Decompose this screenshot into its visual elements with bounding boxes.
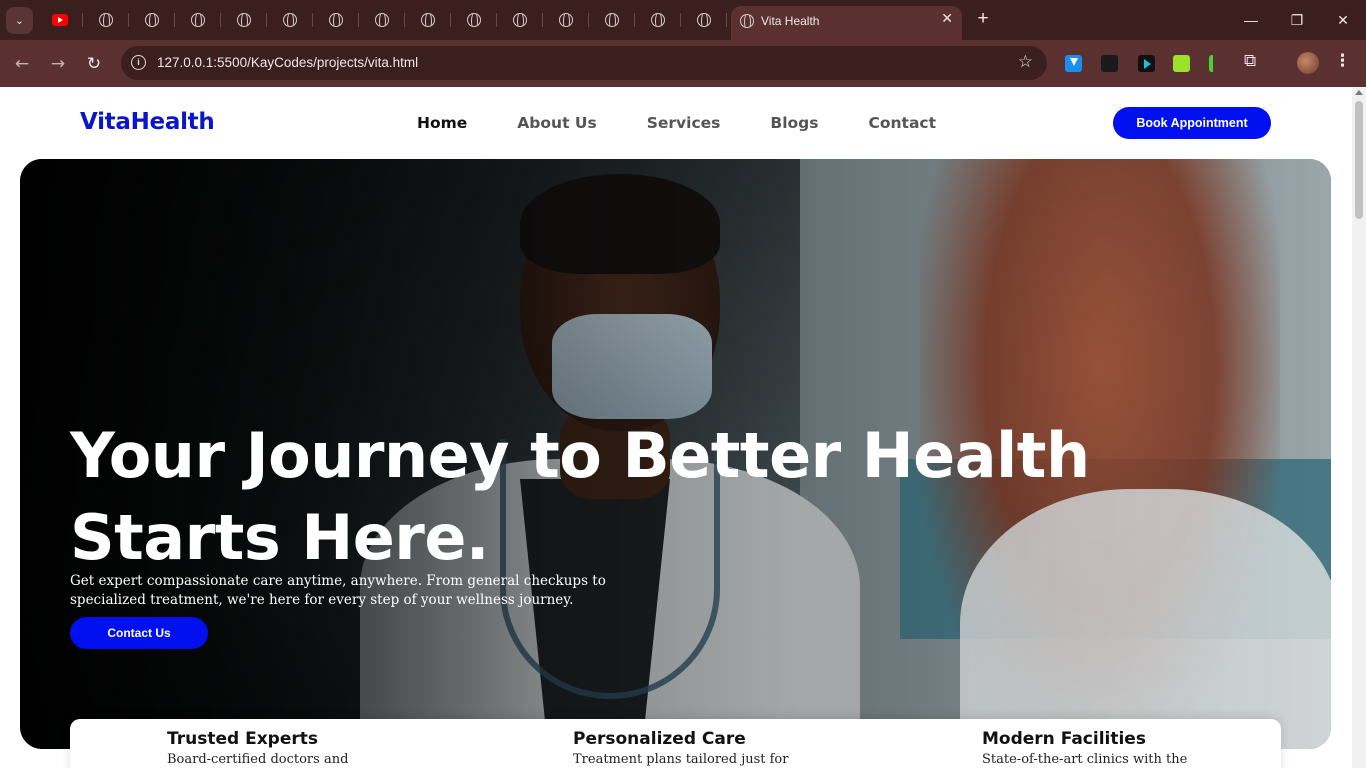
- address-bar[interactable]: i 127.0.0.1:5500/KayCodes/projects/vita.…: [121, 46, 1047, 80]
- browser-tab-strip: ⌄ Vita Health ✕ + — ❐ ✕: [0, 0, 1366, 40]
- globe-icon: [191, 13, 205, 27]
- browser-toolbar: ← → ↻ i 127.0.0.1:5500/KayCodes/projects…: [0, 40, 1366, 87]
- features-card: Trusted Experts Board-certified doctors …: [70, 719, 1281, 768]
- globe-icon: [740, 14, 754, 28]
- pinned-tab-youtube[interactable]: [37, 8, 83, 32]
- feature-description: State-of-the-art clinics with the: [982, 752, 1188, 767]
- feature-title: Modern Facilities: [982, 729, 1146, 749]
- nav-blogs[interactable]: Blogs: [770, 114, 818, 132]
- feature-description: Treatment plans tailored just for: [573, 752, 789, 767]
- feature-item: Personalized Care Treatment plans tailor…: [573, 729, 788, 767]
- pinned-tab[interactable]: [497, 8, 543, 32]
- pinned-tab[interactable]: [221, 8, 267, 32]
- tab-search-icon[interactable]: ⌄: [6, 7, 33, 34]
- globe-icon: [237, 13, 251, 27]
- site-info-icon[interactable]: i: [131, 55, 146, 70]
- pinned-tab[interactable]: [267, 8, 313, 32]
- nav-about[interactable]: About Us: [517, 114, 596, 132]
- pinned-tab[interactable]: [359, 8, 405, 32]
- feature-title: Personalized Care: [573, 729, 746, 749]
- globe-icon: [559, 13, 573, 27]
- feature-description: Board-certified doctors and: [167, 752, 349, 767]
- globe-icon: [421, 13, 435, 27]
- feature-title: Trusted Experts: [167, 729, 318, 749]
- tab-title: Vita Health: [761, 14, 820, 28]
- forward-arrow-icon[interactable]: →: [46, 52, 70, 76]
- pinned-tab[interactable]: [589, 8, 635, 32]
- scroll-thumb[interactable]: [1355, 101, 1363, 219]
- nav-services[interactable]: Services: [647, 114, 721, 132]
- globe-icon: [513, 13, 527, 27]
- browser-menu-icon[interactable]: ⋮: [1334, 51, 1351, 71]
- globe-icon: [329, 13, 343, 27]
- globe-icon: [283, 13, 297, 27]
- main-nav: Home About Us Services Blogs Contact: [417, 114, 986, 132]
- bookmark-star-icon[interactable]: ☆: [1018, 52, 1033, 72]
- minimize-button[interactable]: —: [1236, 8, 1266, 32]
- new-tab-button[interactable]: +: [972, 8, 994, 30]
- youtube-icon: [52, 14, 68, 26]
- feature-item: Modern Facilities State-of-the-art clini…: [982, 729, 1187, 767]
- hero-title: Your Journey to Better Health Starts Her…: [70, 419, 1090, 574]
- globe-icon: [467, 13, 481, 27]
- globe-icon: [375, 13, 389, 27]
- grid-extension-icon[interactable]: [1173, 55, 1190, 72]
- book-appointment-button[interactable]: Book Appointment: [1113, 107, 1271, 139]
- profile-avatar[interactable]: [1297, 52, 1319, 74]
- globe-icon: [697, 13, 711, 27]
- hero-subtitle: Get expert compassionate care anytime, a…: [70, 573, 606, 608]
- pinned-tab[interactable]: [313, 8, 359, 32]
- extensions-puzzle-icon[interactable]: ⧉: [1244, 51, 1256, 71]
- globe-icon: [99, 13, 113, 27]
- extension-icon[interactable]: [1101, 55, 1118, 72]
- nav-home[interactable]: Home: [417, 114, 467, 132]
- window-close-button[interactable]: ✕: [1328, 8, 1358, 32]
- pinned-tab[interactable]: [451, 8, 497, 32]
- hero-section: Your Journey to Better Health Starts Her…: [20, 159, 1331, 749]
- pinned-tab[interactable]: [83, 8, 129, 32]
- scroll-up-arrow-icon[interactable]: [1355, 90, 1363, 95]
- active-tab[interactable]: Vita Health ✕: [731, 6, 962, 40]
- site-logo[interactable]: VitaHealth: [80, 109, 215, 135]
- pinned-tab[interactable]: [129, 8, 175, 32]
- pinned-tab[interactable]: [543, 8, 589, 32]
- play-extension-icon[interactable]: [1138, 55, 1155, 72]
- globe-icon: [145, 13, 159, 27]
- globe-icon: [651, 13, 665, 27]
- restore-button[interactable]: ❐: [1282, 8, 1312, 32]
- pinned-tab[interactable]: [635, 8, 681, 32]
- back-arrow-icon[interactable]: ←: [10, 52, 34, 76]
- globe-icon: [605, 13, 619, 27]
- page-viewport: VitaHealth Home About Us Services Blogs …: [0, 87, 1352, 768]
- pinned-tab[interactable]: [175, 8, 221, 32]
- signal-extension-icon[interactable]: [1209, 55, 1226, 72]
- reload-icon[interactable]: ↻: [82, 52, 106, 76]
- contact-us-button[interactable]: Contact Us: [70, 617, 208, 649]
- feature-item: Trusted Experts Board-certified doctors …: [167, 729, 348, 767]
- download-extension-icon[interactable]: [1065, 55, 1082, 72]
- page-scrollbar[interactable]: [1352, 87, 1366, 768]
- close-tab-icon[interactable]: ✕: [941, 11, 953, 27]
- pinned-tab[interactable]: [681, 8, 727, 32]
- pinned-tab[interactable]: [405, 8, 451, 32]
- nav-contact[interactable]: Contact: [868, 114, 936, 132]
- url-text[interactable]: 127.0.0.1:5500/KayCodes/projects/vita.ht…: [157, 55, 418, 70]
